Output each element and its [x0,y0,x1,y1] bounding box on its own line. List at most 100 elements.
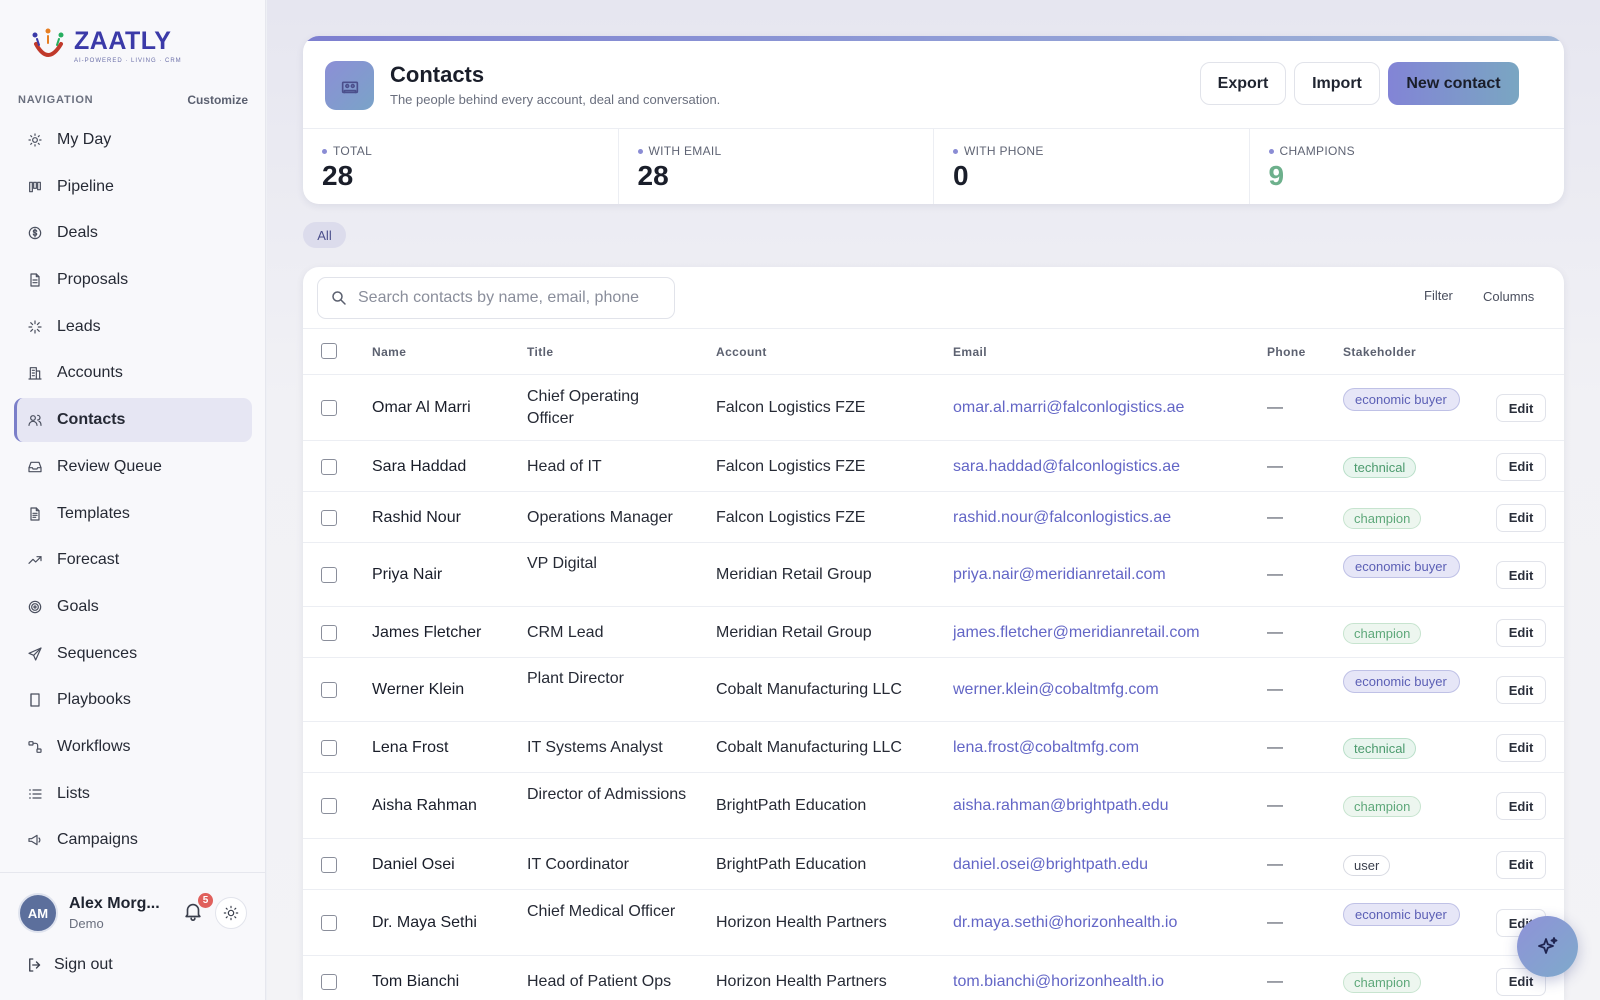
table-row[interactable]: Aisha Rahman Director of Admissions Bright… [303,773,1564,839]
contact-name[interactable]: Daniel Osei [372,854,455,876]
sidebar-item-forecast[interactable]: Forecast [14,538,252,582]
contact-name[interactable]: Aisha Rahman [372,795,477,817]
filter-chip-all[interactable]: All [303,222,346,248]
contact-account[interactable]: Meridian Retail Group [716,622,872,644]
contact-name[interactable]: Lena Frost [372,737,448,759]
row-checkbox[interactable] [321,915,337,931]
sidebar-item-accounts[interactable]: Accounts [14,351,252,395]
col-header-name[interactable]: Name [372,345,406,359]
edit-button[interactable]: Edit [1496,792,1546,820]
sidebar-item-review-queue[interactable]: Review Queue [14,445,252,489]
ai-assistant-button[interactable] [1517,916,1578,977]
sidebar-item-lists[interactable]: Lists [14,772,252,816]
theme-toggle-button[interactable] [215,897,247,929]
table-row[interactable]: Lena Frost IT Systems Analyst Cobalt Manuf… [303,722,1564,773]
new-contact-button[interactable]: New contact [1388,62,1519,105]
contact-email[interactable]: werner.klein@cobaltmfg.com [953,679,1159,701]
columns-button[interactable]: Columns [1483,289,1534,304]
table-row[interactable]: Dr. Maya Sethi Chief Medical Officer Horiz… [303,890,1564,956]
sidebar-item-goals[interactable]: Goals [14,585,252,629]
search-input[interactable] [358,289,648,307]
col-header-stakeholder[interactable]: Stakeholder [1343,345,1416,359]
col-header-email[interactable]: Email [953,345,987,359]
table-row[interactable]: Sara Haddad Head of IT Falcon Logistics FZ… [303,441,1564,492]
sidebar-item-playbooks[interactable]: Playbooks [14,678,252,722]
edit-button[interactable]: Edit [1496,452,1546,481]
contact-email[interactable]: tom.bianchi@horizonhealth.io [953,971,1164,993]
contact-name[interactable]: Werner Klein [372,679,464,701]
customize-link[interactable]: Customize [187,93,248,107]
sidebar-item-proposals[interactable]: Proposals [14,258,252,302]
edit-button[interactable]: Edit [1496,850,1546,879]
contact-email[interactable]: omar.al.marri@falconlogistics.ae [953,397,1184,419]
sidebar-item-sequences[interactable]: Sequences [14,632,252,676]
col-header-title[interactable]: Title [527,345,553,359]
sidebar-item-my-day[interactable]: My Day [14,118,252,162]
row-checkbox[interactable] [321,798,337,814]
col-header-phone[interactable]: Phone [1267,345,1306,359]
contact-account[interactable]: Falcon Logistics FZE [716,507,865,529]
contact-account[interactable]: BrightPath Education [716,854,866,876]
contact-account[interactable]: Cobalt Manufacturing LLC [716,679,902,701]
contact-name[interactable]: Rashid Nour [372,507,461,529]
contact-account[interactable]: BrightPath Education [716,795,866,817]
row-checkbox[interactable] [321,973,337,990]
col-header-account[interactable]: Account [716,345,767,359]
contact-email[interactable]: sara.haddad@falconlogistics.ae [953,456,1180,478]
brand-logo[interactable]: ZAATLY AI-POWERED · LIVING · CRM [28,26,182,66]
contact-name[interactable]: Tom Bianchi [372,971,459,993]
import-button[interactable]: Import [1294,62,1380,105]
sidebar-item-contacts[interactable]: Contacts [14,398,252,443]
contact-email[interactable]: priya.nair@meridianretail.com [953,564,1166,586]
user-profile[interactable]: AM Alex Morg... Demo [18,893,160,933]
edit-button[interactable]: Edit [1496,618,1546,647]
contact-email[interactable]: dr.maya.sethi@horizonhealth.io [953,912,1177,934]
table-row[interactable]: Werner Klein Plant Director Cobalt Manufac… [303,658,1564,722]
sidebar-item-leads[interactable]: Leads [14,305,252,349]
contact-name[interactable]: Priya Nair [372,564,442,586]
row-checkbox[interactable] [321,624,337,641]
search-box[interactable] [317,277,675,319]
table-row[interactable]: Omar Al Marri Chief Operating Officer Falc… [303,375,1564,441]
table-row[interactable]: Rashid Nour Operations Manager Falcon Logi… [303,492,1564,543]
contact-email[interactable]: daniel.osei@brightpath.edu [953,854,1148,876]
contact-email[interactable]: lena.frost@cobaltmfg.com [953,737,1139,759]
contact-email[interactable]: rashid.nour@falconlogistics.ae [953,507,1171,529]
contact-name[interactable]: Dr. Maya Sethi [372,912,477,934]
row-checkbox[interactable] [321,400,337,416]
table-row[interactable]: James Fletcher CRM Lead Meridian Retail Gr… [303,607,1564,658]
contact-email[interactable]: james.fletcher@meridianretail.com [953,622,1200,644]
sidebar-item-campaigns[interactable]: Campaigns [14,818,252,862]
sidebar-item-templates[interactable]: Templates [14,492,252,536]
table-row[interactable]: Tom Bianchi Head of Patient Ops Horizon He… [303,956,1564,1000]
contact-account[interactable]: Falcon Logistics FZE [716,456,865,478]
edit-button[interactable]: Edit [1496,503,1546,532]
contact-account[interactable]: Falcon Logistics FZE [716,397,865,419]
contact-name[interactable]: James Fletcher [372,622,481,644]
export-button[interactable]: Export [1200,62,1286,105]
filter-button[interactable]: Filter [1424,288,1453,303]
row-checkbox[interactable] [321,739,337,756]
row-checkbox[interactable] [321,682,337,698]
edit-button[interactable]: Edit [1496,676,1546,704]
row-checkbox[interactable] [321,567,337,583]
select-all-checkbox[interactable] [321,343,337,359]
contact-name[interactable]: Omar Al Marri [372,397,471,419]
edit-button[interactable]: Edit [1496,733,1546,762]
contact-account[interactable]: Horizon Health Partners [716,912,887,934]
contact-email[interactable]: aisha.rahman@brightpath.edu [953,795,1169,817]
row-checkbox[interactable] [321,509,337,526]
edit-button[interactable]: Edit [1496,394,1546,422]
contact-account[interactable]: Cobalt Manufacturing LLC [716,737,902,759]
row-checkbox[interactable] [321,856,337,873]
sidebar-item-workflows[interactable]: Workflows [14,725,252,769]
contact-name[interactable]: Sara Haddad [372,456,466,478]
contact-account[interactable]: Meridian Retail Group [716,564,872,586]
table-row[interactable]: Daniel Osei IT Coordinator BrightPath Educ… [303,839,1564,890]
sidebar-item-pipeline[interactable]: Pipeline [14,165,252,209]
sign-out-button[interactable]: Sign out [26,956,113,974]
edit-button[interactable]: Edit [1496,561,1546,589]
row-checkbox[interactable] [321,458,337,475]
contact-account[interactable]: Horizon Health Partners [716,971,887,993]
table-row[interactable]: Priya Nair VP Digital Meridian Retail Grou… [303,543,1564,607]
